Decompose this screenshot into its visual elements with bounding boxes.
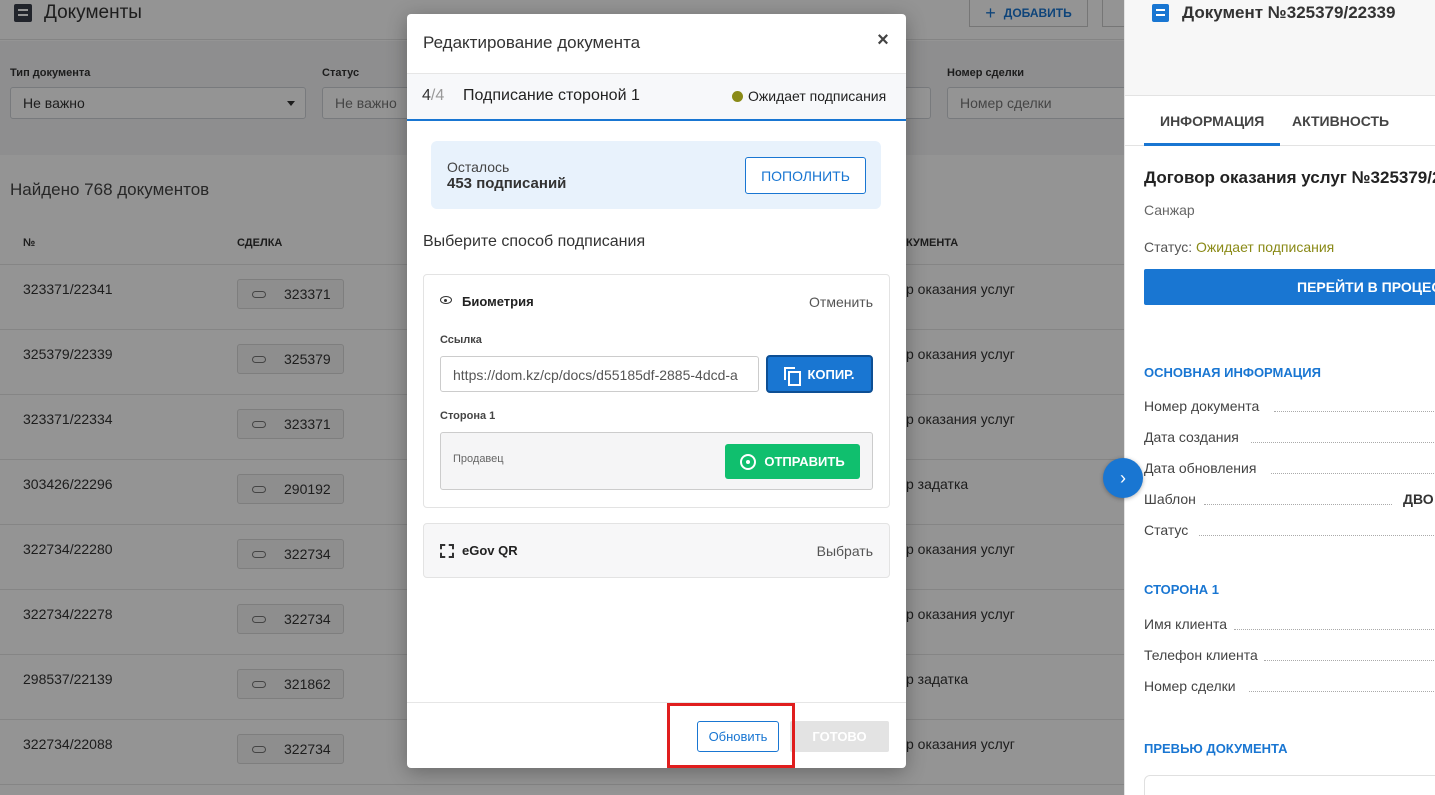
step-status-text: Ожидает подписания	[748, 88, 887, 104]
party-label: Сторона 1	[440, 410, 496, 422]
panel-toggle-button[interactable]: ›	[1103, 458, 1143, 498]
copy-button[interactable]: КОПИР.	[766, 355, 873, 393]
party-role: Продавец	[453, 453, 504, 465]
biometry-title: Биометрия	[462, 294, 534, 309]
copy-button-label: КОПИР.	[807, 366, 855, 382]
field-dots	[1199, 535, 1435, 536]
chevron-right-icon: ›	[1120, 467, 1126, 488]
close-icon[interactable]: ×	[872, 29, 894, 51]
field-label: Номер документа	[1144, 398, 1260, 414]
egov-qr-method-card[interactable]: eGov QR Выбрать	[423, 523, 890, 578]
send-button-label: ОТПРАВИТЬ	[764, 454, 845, 469]
status-dot-icon	[732, 91, 743, 102]
field-dots	[1271, 473, 1435, 474]
modal-title: Редактирование документа	[423, 33, 641, 52]
balance-label: Осталось	[447, 159, 510, 175]
field-dots	[1204, 504, 1392, 505]
field-label: Номер сделки	[1144, 678, 1236, 694]
link-label: Ссылка	[440, 334, 482, 346]
step-current: 4	[422, 87, 431, 104]
highlight-box	[667, 703, 795, 768]
tab-information[interactable]: ИНФОРМАЦИЯ	[1143, 113, 1281, 146]
document-person: Санжар	[1144, 202, 1195, 218]
field-client-phone: Телефон клиента	[1144, 647, 1435, 663]
done-button[interactable]: ГОТОВО	[790, 721, 889, 752]
step-name: Подписание стороной 1	[463, 87, 640, 104]
document-preview	[1144, 775, 1435, 795]
copy-icon	[784, 366, 802, 386]
field-status: Статус	[1144, 522, 1435, 538]
balance-value: 453 подписаний	[447, 175, 567, 192]
field-label: Телефон клиента	[1144, 647, 1258, 663]
eye-icon	[440, 296, 452, 304]
field-label: Статус	[1144, 522, 1189, 538]
field-dots	[1251, 442, 1435, 443]
field-dots	[1274, 411, 1435, 412]
document-status: Статус: Ожидает подписания	[1144, 239, 1334, 255]
field-label: Имя клиента	[1144, 616, 1227, 632]
field-dots	[1249, 691, 1435, 692]
field-dots	[1264, 660, 1435, 661]
step-counter: 4/4	[422, 87, 444, 105]
side-panel-title: Документ №325379/22339	[1182, 3, 1396, 22]
topup-button[interactable]: ПОПОЛНИТЬ	[745, 157, 866, 194]
status-value: Ожидает подписания	[1196, 239, 1335, 255]
section-party-1: СТОРОНА 1	[1144, 582, 1220, 597]
document-name: Договор оказания услуг №325379/2	[1144, 168, 1435, 187]
edit-document-modal: Редактирование документа × 4/4 Подписани…	[407, 14, 906, 768]
qr-scan-icon	[440, 544, 454, 558]
field-client-name: Имя клиента	[1144, 616, 1435, 632]
party-row: Продавец ОТПРАВИТЬ	[440, 432, 873, 490]
side-panel-tabs: ИНФОРМАЦИЯ АКТИВНОСТЬ	[1125, 96, 1435, 146]
biometry-method-card: Биометрия Отменить Ссылка https://dom.kz…	[423, 274, 890, 508]
field-label: Дата создания	[1144, 429, 1239, 445]
document-icon	[1152, 4, 1169, 22]
field-label: Шаблон	[1144, 491, 1196, 507]
field-deal-number: Номер сделки	[1144, 678, 1435, 694]
step-status: Ожидает подписания	[732, 88, 886, 104]
field-doc-number: Номер документа	[1144, 398, 1435, 414]
modal-footer: Обновить ГОТОВО	[407, 702, 906, 768]
tab-activity[interactable]: АКТИВНОСТЬ	[1292, 113, 1389, 129]
document-side-panel: Документ №325379/22339 ИНФОРМАЦИЯ АКТИВН…	[1124, 0, 1435, 795]
step-total: /4	[430, 87, 445, 104]
section-preview: ПРЕВЬЮ ДОКУМЕНТА	[1144, 741, 1288, 756]
field-label: Дата обновления	[1144, 460, 1257, 476]
go-to-process-button[interactable]: ПЕРЕЙТИ В ПРОЦЕС	[1144, 269, 1435, 305]
section-main-info: ОСНОВНАЯ ИНФОРМАЦИЯ	[1144, 365, 1321, 380]
status-label: Статус:	[1144, 239, 1197, 255]
egov-select-link[interactable]: Выбрать	[817, 543, 873, 559]
egov-title: eGov QR	[462, 543, 518, 558]
field-created: Дата создания	[1144, 429, 1435, 445]
field-dots	[1234, 629, 1435, 630]
send-whatsapp-button[interactable]: ОТПРАВИТЬ	[725, 444, 860, 479]
signing-step-header: 4/4 Подписание стороной 1 Ожидает подпис…	[407, 73, 906, 121]
choose-method-heading: Выберите способ подписания	[423, 233, 646, 250]
side-panel-header: Документ №325379/22339	[1125, 0, 1435, 96]
field-updated: Дата обновления	[1144, 460, 1435, 476]
template-value: ДВО	[1403, 491, 1434, 507]
signing-link-field[interactable]: https://dom.kz/cp/docs/d55185df-2885-4dc…	[440, 356, 759, 392]
signatures-balance: Осталось 453 подписаний ПОПОЛНИТЬ	[431, 141, 881, 209]
field-template: Шаблон ДВО	[1144, 491, 1435, 507]
whatsapp-icon	[740, 453, 757, 470]
biometry-cancel-link[interactable]: Отменить	[809, 294, 873, 310]
